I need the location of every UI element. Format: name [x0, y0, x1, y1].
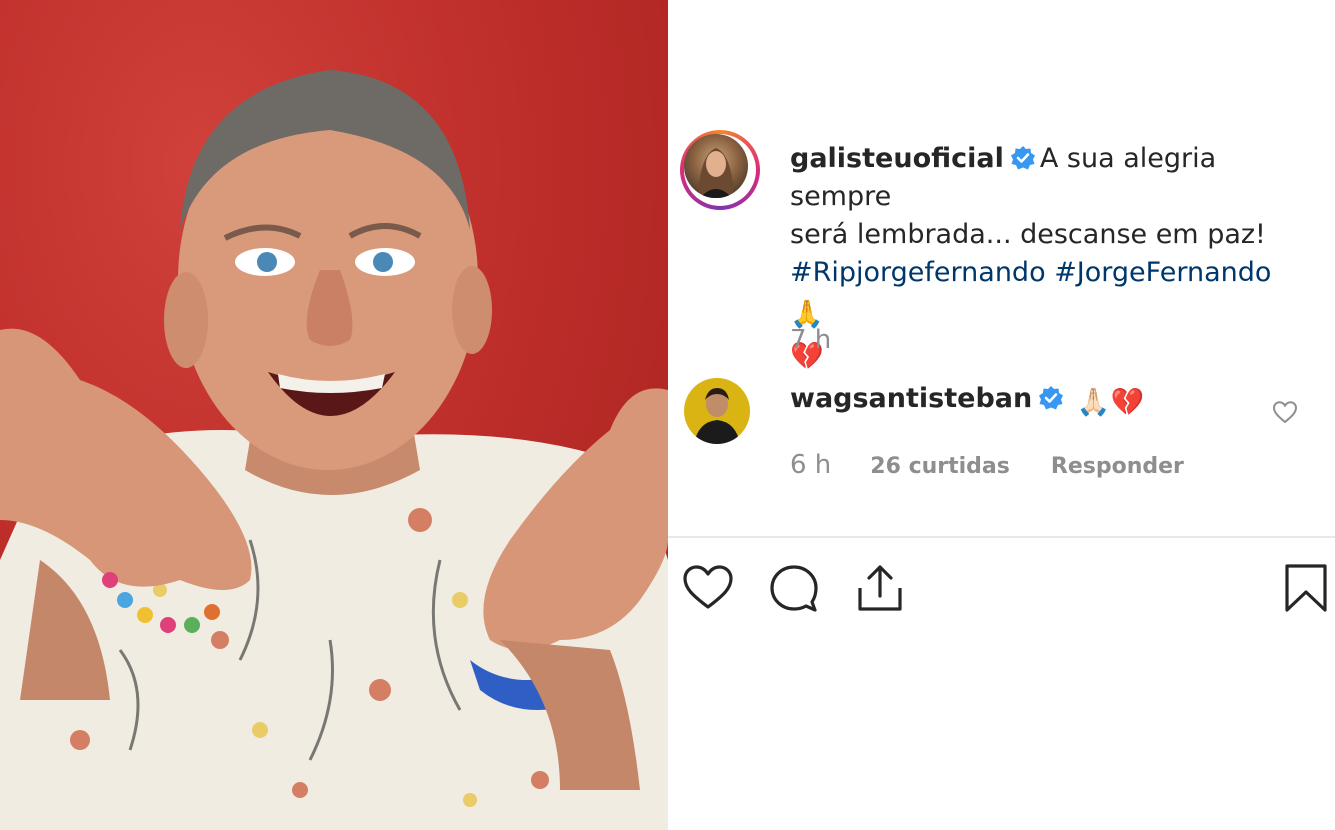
section-divider	[668, 536, 1335, 538]
comment-timestamp[interactable]: 6 h	[790, 450, 831, 480]
hashtag-jorgefernando[interactable]: #JorgeFernando	[1054, 257, 1271, 288]
comment-likes[interactable]: 26 curtidas	[870, 454, 1010, 479]
comment-item: wagsantisteban 🙏🏻💔 6 h 26 curtidas Respo…	[680, 378, 1320, 488]
author-username[interactable]: galisteuoficial	[790, 143, 1004, 174]
person-illustration	[0, 70, 668, 830]
commenter-avatar[interactable]	[684, 378, 750, 444]
comment-button[interactable]	[768, 562, 820, 614]
comment-text: wagsantisteban 🙏🏻💔	[790, 380, 1144, 422]
verified-badge-icon	[1039, 386, 1064, 410]
post-actions-bar	[682, 562, 1327, 616]
broken-heart-emoji-icon: 💔	[1110, 387, 1145, 418]
heart-icon	[683, 565, 733, 609]
comment-reply-button[interactable]: Responder	[1051, 454, 1184, 479]
bookmark-icon	[1285, 564, 1327, 612]
comment-like-heart-icon[interactable]	[1272, 400, 1298, 424]
share-icon	[858, 565, 902, 611]
post-photo[interactable]	[0, 0, 668, 830]
post-details-panel: galisteuoficial A sua alegria sempre ser…	[668, 0, 1335, 830]
comment-icon	[770, 565, 818, 612]
share-button[interactable]	[854, 562, 906, 614]
post-timestamp[interactable]: 7 h	[790, 325, 831, 355]
save-button[interactable]	[1280, 562, 1332, 614]
comment-meta: 6 h 26 curtidas Responder	[790, 450, 1218, 480]
caption-line2: será lembrada... descanse em paz!	[790, 219, 1266, 250]
caption-text: galisteuoficial A sua alegria sempre ser…	[790, 140, 1310, 376]
author-avatar[interactable]	[680, 130, 760, 210]
commenter-username[interactable]: wagsantisteban	[790, 383, 1032, 414]
verified-badge-icon	[1010, 146, 1035, 170]
hashtag-ripjorgefernando[interactable]: #Ripjorgefernando	[790, 257, 1046, 288]
like-button[interactable]	[682, 562, 734, 614]
author-avatar-image	[684, 134, 748, 198]
pray-emoji-icon: 🙏🏻	[1076, 387, 1111, 418]
